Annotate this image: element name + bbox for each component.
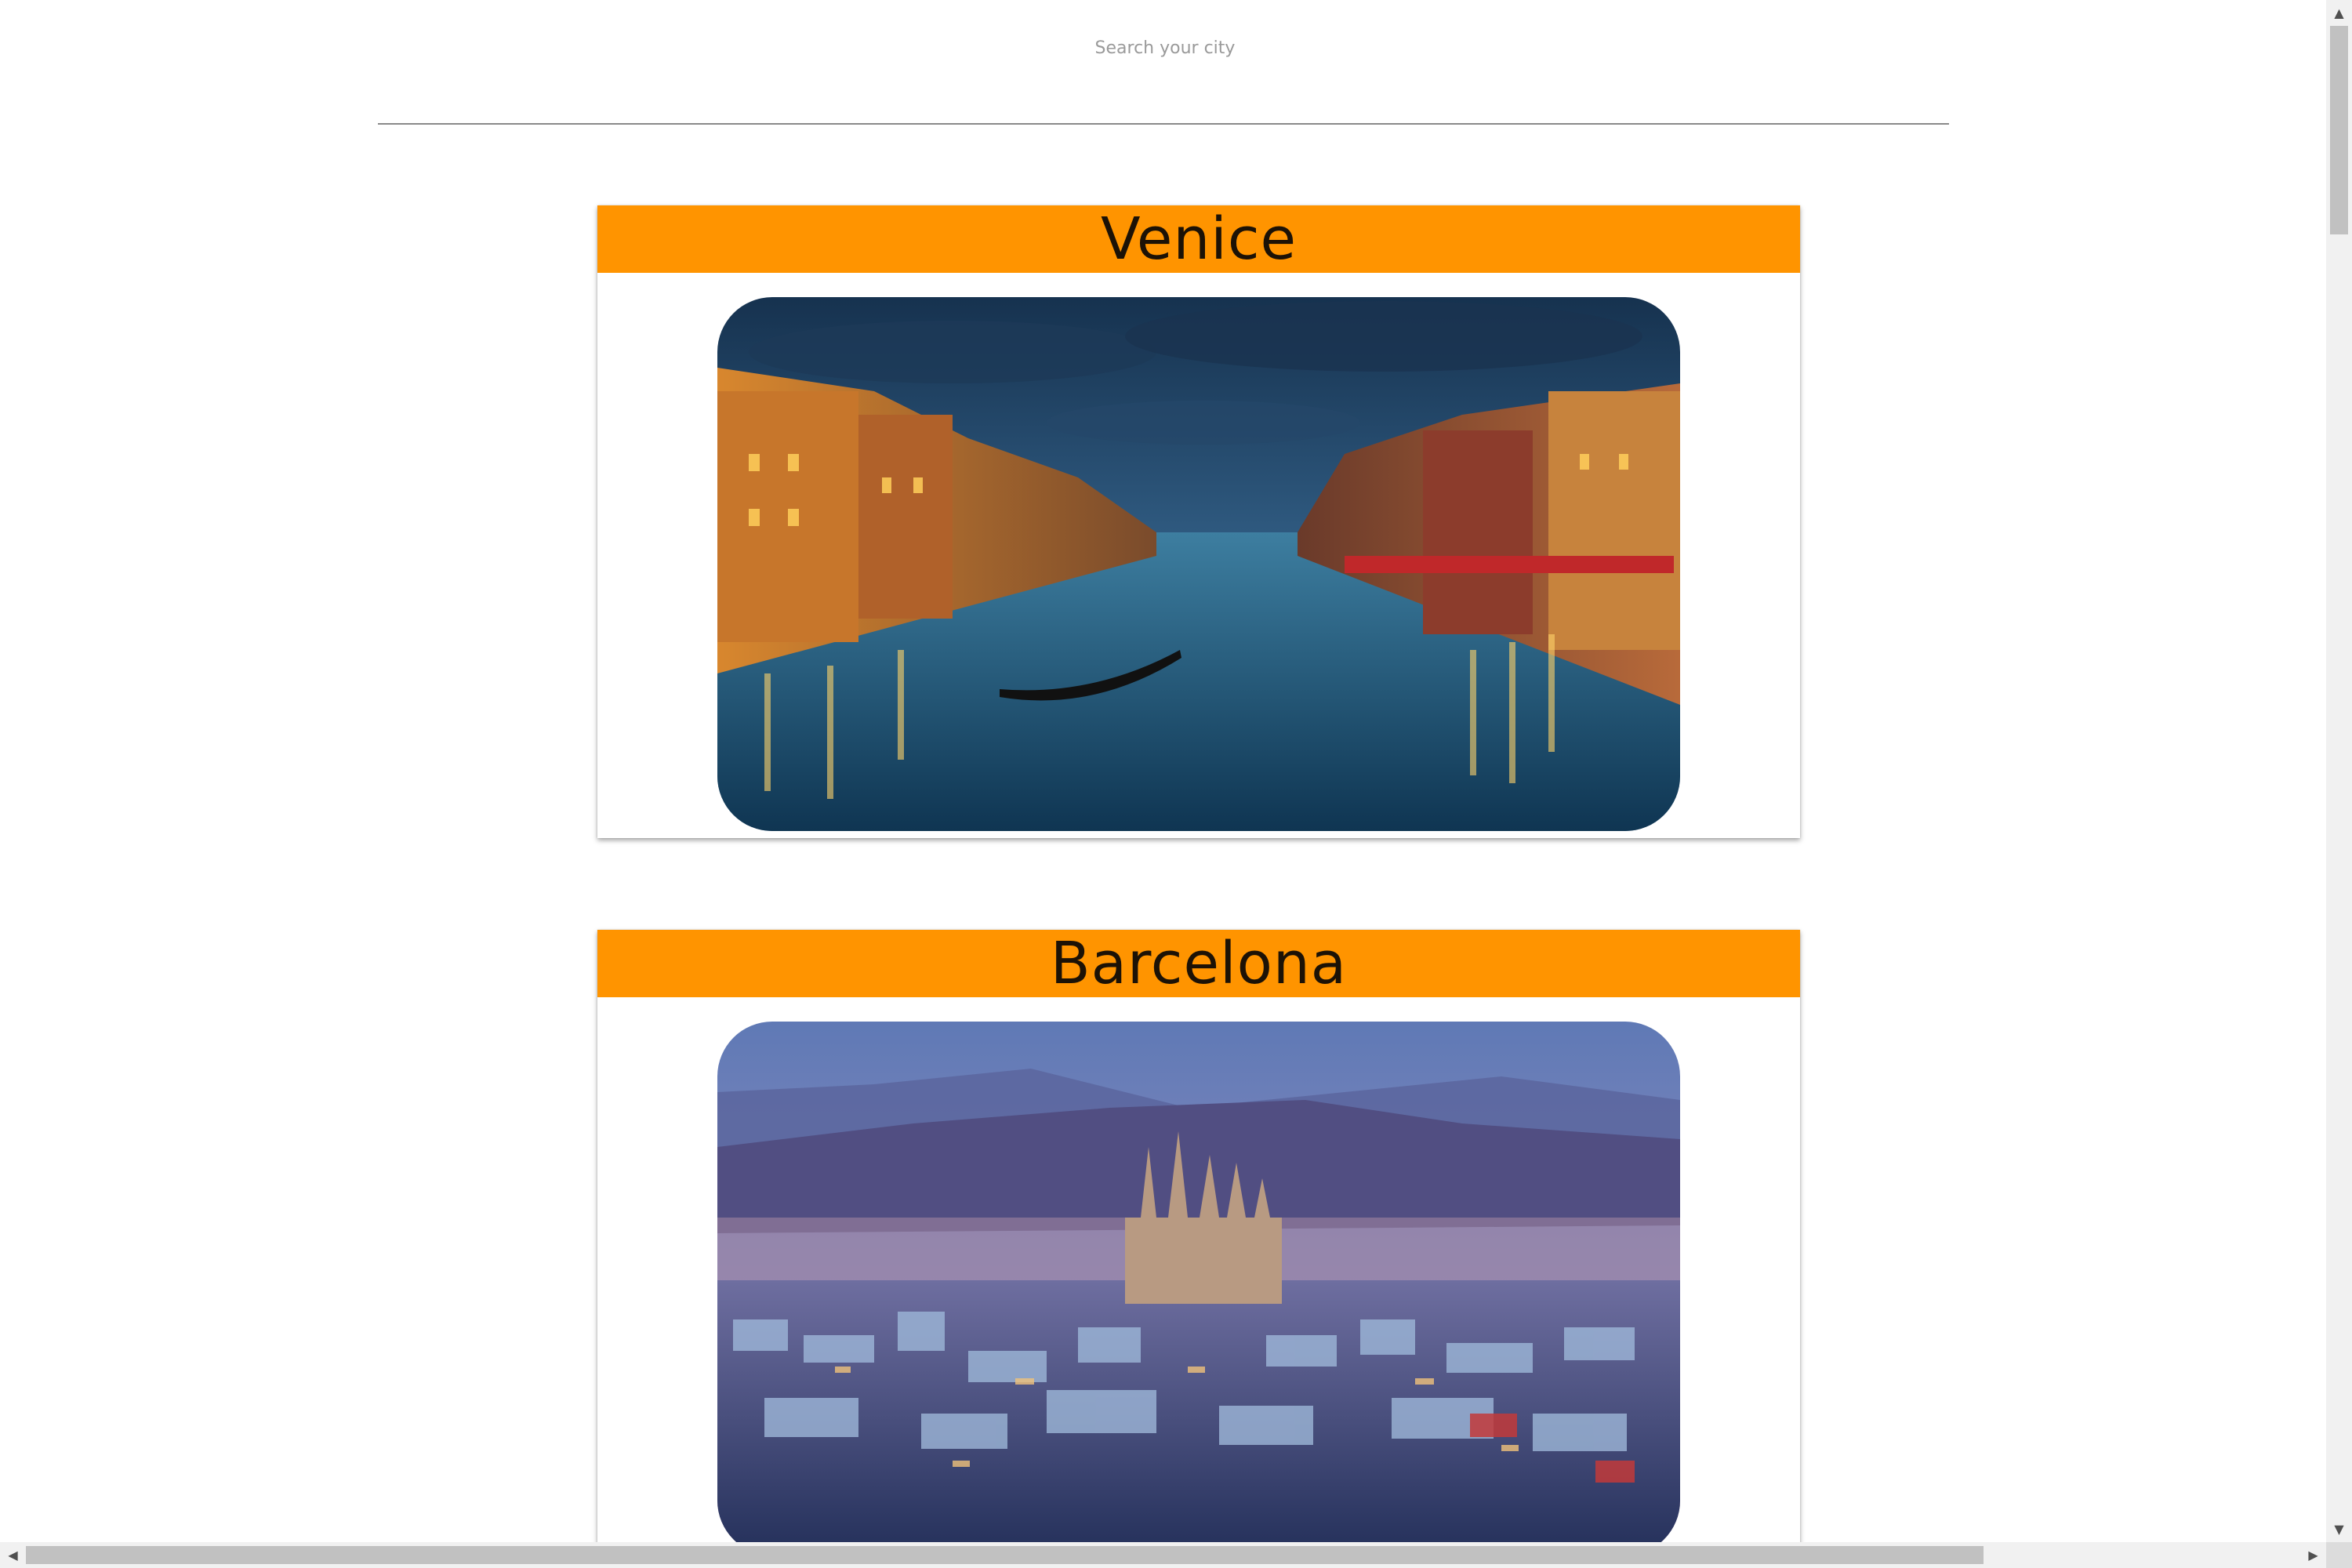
- barcelona-photo-illustration: [717, 1022, 1680, 1542]
- scroll-down-icon[interactable]: ▼: [2326, 1516, 2352, 1542]
- horizontal-scrollbar[interactable]: ◀ ▶: [0, 1542, 2352, 1568]
- city-photo-barcelona: [717, 1022, 1680, 1542]
- city-card-header: Venice: [597, 205, 1800, 273]
- city-card-barcelona[interactable]: Barcelona: [597, 930, 1800, 1542]
- scrollbar-corner: [2326, 1542, 2352, 1568]
- horizontal-scrollbar-thumb[interactable]: [26, 1546, 1984, 1564]
- city-title: Venice: [1100, 205, 1298, 273]
- city-card-venice[interactable]: Venice: [597, 205, 1800, 838]
- city-card-header: Barcelona: [597, 930, 1800, 997]
- search-input[interactable]: [378, 0, 1952, 96]
- scroll-right-icon[interactable]: ▶: [2300, 1542, 2326, 1568]
- scroll-up-icon[interactable]: ▲: [2326, 0, 2352, 26]
- city-title: Barcelona: [1050, 930, 1348, 997]
- search-bar: [378, 0, 1952, 125]
- page-viewport: Venice: [0, 0, 2326, 1542]
- city-photo-venice: [717, 297, 1680, 831]
- vertical-scrollbar-thumb[interactable]: [2330, 26, 2348, 234]
- scroll-left-icon[interactable]: ◀: [0, 1542, 26, 1568]
- venice-photo-illustration: [717, 297, 1680, 831]
- vertical-scrollbar[interactable]: ▲ ▼: [2326, 0, 2352, 1542]
